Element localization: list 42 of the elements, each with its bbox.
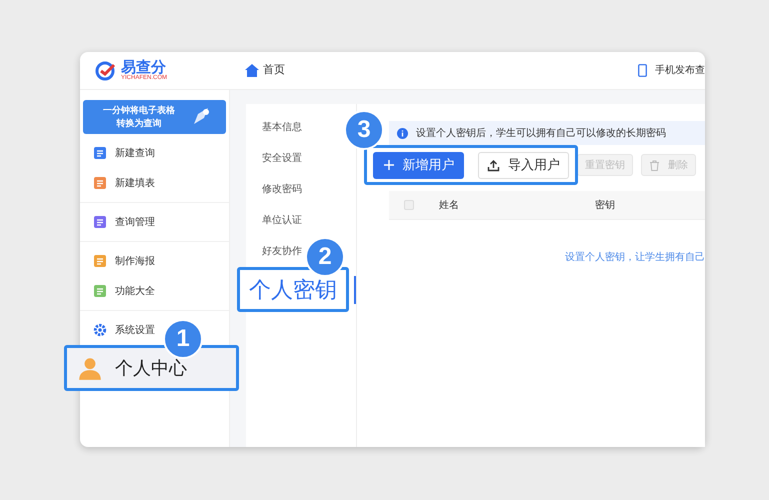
submenu-item[interactable]: 单位认证	[262, 205, 302, 236]
trash-icon	[649, 160, 660, 170]
submenu-item[interactable]: 基本信息	[262, 112, 302, 143]
logo-icon	[95, 60, 117, 82]
document-icon	[93, 254, 107, 268]
empty-state-text: 设置个人密钥，让学生拥有自己	[565, 250, 705, 265]
document-icon	[93, 146, 107, 160]
info-icon	[397, 128, 408, 138]
sidebar-item[interactable]: 功能大全	[93, 276, 155, 306]
promo-banner[interactable]: 一分钟将电子表格 转换为查询	[83, 100, 226, 134]
toolbar-button[interactable]: 新增用户	[373, 152, 464, 178]
submenu-item[interactable]: 好友协作	[262, 236, 302, 267]
sidebar-item[interactable]: 新建填表	[93, 168, 155, 198]
banner-text: 一分钟将电子表格	[103, 104, 175, 117]
document-icon	[93, 284, 107, 298]
sidebar-item[interactable]: 新建查询	[93, 138, 155, 168]
gear-icon	[93, 323, 107, 337]
submenu-item[interactable]: 修改密码	[262, 174, 302, 205]
column-header: 姓名	[439, 198, 460, 212]
sidebar-item[interactable]: 制作海报	[93, 246, 155, 276]
document-icon	[93, 215, 107, 229]
home-link[interactable]: 首页	[263, 62, 285, 79]
step-number-badge: 1	[163, 319, 203, 359]
submenu-item[interactable]: 安全设置	[262, 143, 302, 174]
phone-icon	[638, 64, 647, 77]
home-icon	[245, 64, 259, 77]
column-header: 密钥	[595, 198, 615, 212]
document-icon	[93, 176, 107, 190]
banner-text: 转换为查询	[116, 117, 162, 130]
sidebar-item[interactable]: 查询管理	[93, 207, 155, 237]
selected-indicator	[354, 276, 356, 304]
sidebar-item[interactable]: 系统设置	[93, 315, 155, 345]
plus-icon	[382, 159, 394, 171]
step-number-badge: 2	[305, 237, 345, 277]
sidebar-item[interactable]: 个人中心	[64, 345, 239, 391]
logo-text: 易查分	[121, 60, 166, 75]
notice-text: 设置个人密钥后，学生可以拥有自己可以修改的长期密码	[416, 126, 666, 140]
submenu-item[interactable]: 个人密钥	[237, 267, 349, 312]
toolbar-button[interactable]: 导入用户	[478, 152, 569, 178]
mobile-publish-link[interactable]: 手机发布查	[655, 63, 705, 78]
upload-icon	[487, 158, 500, 172]
select-all-checkbox[interactable]	[404, 200, 414, 210]
